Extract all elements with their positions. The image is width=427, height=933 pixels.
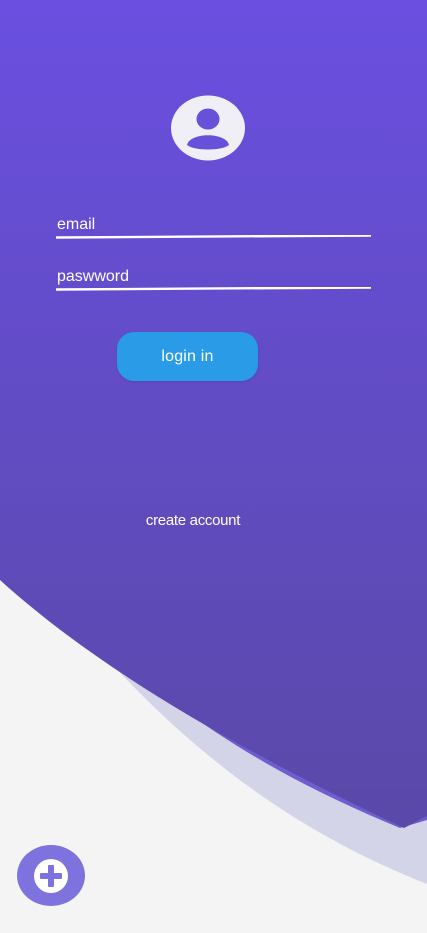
- user-avatar-icon: [171, 95, 245, 161]
- add-button[interactable]: [17, 845, 85, 906]
- email-underline: [56, 235, 372, 239]
- login-screen: login in create account: [0, 0, 427, 933]
- password-underline: [56, 287, 372, 291]
- email-field[interactable]: [56, 212, 373, 244]
- password-field[interactable]: [56, 264, 373, 296]
- create-account-link[interactable]: create account: [130, 510, 256, 532]
- plus-circle-icon: [34, 858, 68, 893]
- login-button[interactable]: login in: [117, 332, 258, 381]
